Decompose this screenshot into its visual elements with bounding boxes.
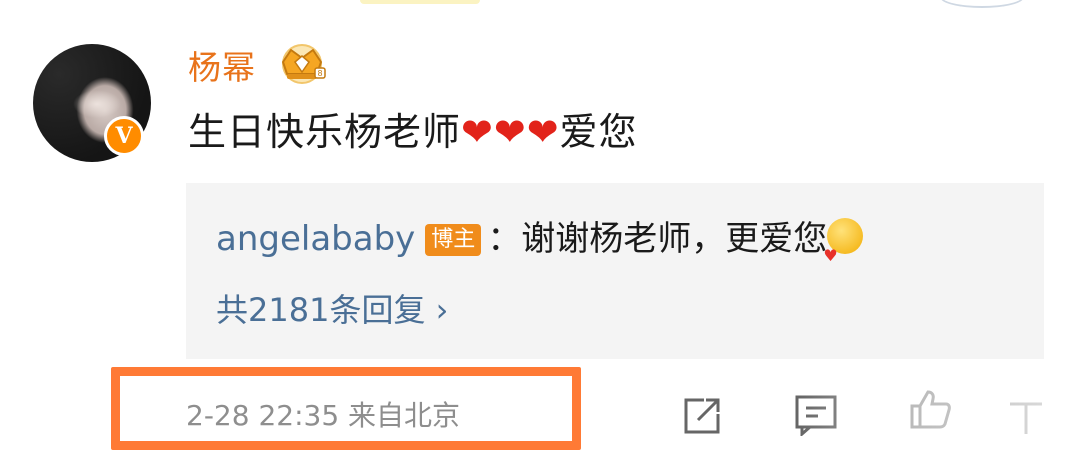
more-icon[interactable] — [1004, 394, 1048, 438]
post-content: 生日快乐杨老师❤❤❤爱您 — [188, 106, 638, 158]
top-arc-decoration — [940, 0, 1024, 8]
content-prefix: 生日快乐杨老师 — [188, 110, 462, 154]
reply-preview[interactable]: angelababy 博主：谢谢杨老师，更爱您 共2181条回复 › — [186, 183, 1044, 359]
top-strip — [0, 0, 1080, 8]
like-icon[interactable] — [908, 386, 954, 432]
username[interactable]: 杨幂 — [188, 46, 256, 90]
host-badge: 博主 — [425, 224, 482, 256]
svg-text:8: 8 — [317, 69, 322, 78]
reply-username[interactable]: angelababy — [216, 219, 415, 259]
reply-line: angelababy 博主 ：谢谢杨老师，更爱您 — [216, 217, 864, 278]
highlight-box — [111, 367, 581, 450]
share-icon[interactable] — [682, 396, 722, 436]
top-yellow-bar — [360, 0, 480, 4]
crown-icon: 8 — [282, 44, 326, 84]
heart-emojis: ❤❤❤ — [461, 110, 560, 154]
verified-badge-icon: V — [104, 116, 144, 156]
content-suffix: 爱您 — [559, 110, 638, 154]
comment-icon[interactable] — [794, 394, 838, 436]
smiling-face-with-heart-emoji-icon — [823, 218, 864, 278]
reply-text: ：谢谢杨老师，更爱您 — [487, 219, 828, 259]
more-replies-link[interactable]: 共2181条回复 › — [216, 288, 448, 332]
